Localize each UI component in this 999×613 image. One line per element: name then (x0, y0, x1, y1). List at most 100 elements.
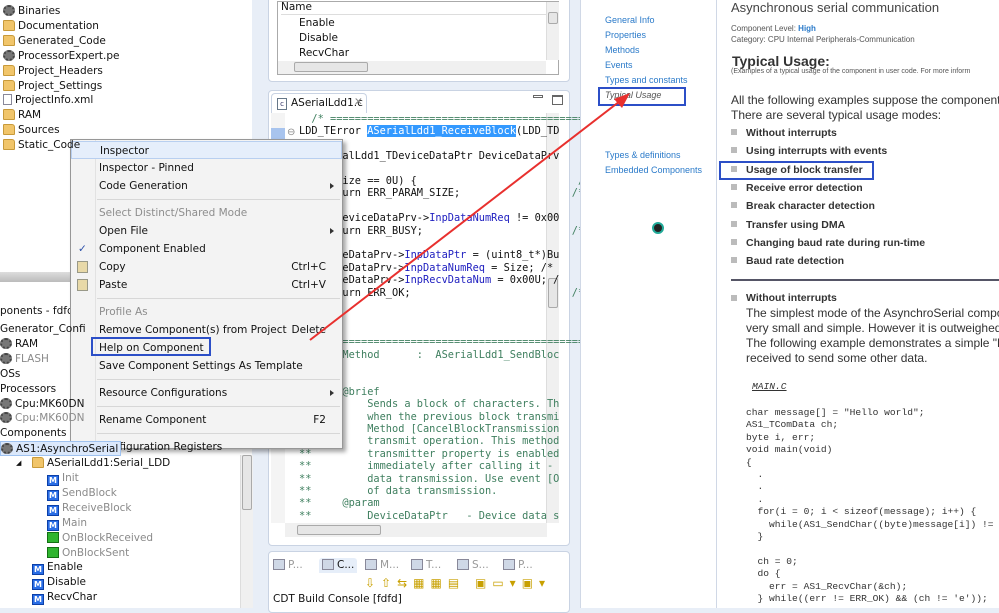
view-icon (273, 559, 285, 570)
console-tab-4[interactable]: S... (457, 558, 489, 573)
component-item[interactable]: RAM (0, 337, 38, 352)
components-scrollbar[interactable] (240, 455, 253, 608)
component-item[interactable]: M RecvChar (32, 590, 98, 606)
menu-item-resource-configurations[interactable]: Resource Configurations (71, 384, 342, 402)
component-item[interactable]: Cpu:MK60DN (0, 397, 84, 412)
usage-mode-link[interactable]: Using interrupts with events (746, 145, 887, 157)
console-tab-3[interactable]: T... (411, 558, 441, 573)
nav-link[interactable]: Methods (605, 45, 640, 55)
usage-mode-link[interactable]: Transfer using DMA (746, 219, 845, 231)
level-label: Component Level: (731, 24, 796, 33)
console-tab-5[interactable]: P... (503, 558, 533, 573)
fold-icon[interactable]: ⊖ (287, 127, 295, 138)
console-tab-0[interactable]: P... (273, 558, 303, 573)
editor-horizontal-scrollbar[interactable] (285, 523, 547, 537)
component-item[interactable]: OnBlockSent (47, 546, 129, 561)
menu-item-copy[interactable]: Copy Ctrl+C (71, 258, 342, 276)
column-header-name[interactable]: Name (281, 0, 547, 15)
component-item[interactable]: M Init (47, 471, 79, 486)
component-item[interactable]: M Main (47, 516, 87, 531)
component-item[interactable]: M Disable (32, 575, 86, 591)
component-item-label: OnBlockReceived (62, 531, 154, 544)
table-row[interactable]: Disable (299, 31, 338, 46)
tab-label: T... (426, 559, 442, 571)
method-icon: M (47, 519, 59, 531)
code-line: ** data transmission. Use event [O (299, 473, 559, 485)
tree-item[interactable]: Project_Headers (3, 64, 103, 79)
tree-item[interactable]: ProjectInfo.xml (3, 93, 93, 108)
component-item[interactable]: Generator_Confi (0, 322, 86, 337)
code-line: /* =====================================… (299, 113, 621, 125)
menu-item-code-generation[interactable]: Code Generation (71, 177, 342, 195)
method-icon: M (47, 475, 59, 486)
code-token: ** of data transmission. (299, 485, 498, 497)
component-item[interactable]: Components (0, 426, 66, 441)
menu-item-inspector[interactable]: Inspector (71, 141, 342, 159)
usage-mode-link[interactable]: Changing baud rate during run-time (746, 237, 925, 249)
horizontal-scrollbar[interactable] (278, 61, 546, 74)
component-item[interactable]: OSs (0, 367, 20, 382)
tree-item[interactable]: Generated_Code (3, 34, 106, 49)
component-item[interactable]: Processors (0, 382, 56, 397)
usage-mode-link[interactable]: Receive error detection (746, 182, 863, 194)
nav-link[interactable]: Types and constants (605, 75, 688, 85)
component-item[interactable]: M SendBlock (47, 486, 117, 501)
close-icon[interactable]: ✕ (354, 96, 363, 108)
maximize-icon[interactable] (552, 95, 563, 105)
tree-item[interactable]: Binaries (3, 4, 60, 19)
component-item-label: SendBlock (62, 486, 117, 499)
tree-item[interactable]: Static_Code (3, 138, 80, 153)
category-label: Category: (731, 35, 766, 44)
example-code-line: for(i = 0; i < sizeof(message); i++) { (746, 506, 977, 518)
console-toolbar[interactable]: ⇩⇧⇆▦▦▤ ▣▭▾▣▾ (365, 576, 551, 590)
component-item-label: RecvChar (47, 591, 98, 604)
nav-link[interactable]: General Info (605, 15, 655, 25)
minimize-icon[interactable] (533, 95, 543, 98)
usage-mode-link[interactable]: Break character detection (746, 200, 875, 212)
menu-item-inspector-pinned[interactable]: Inspector - Pinned (71, 159, 342, 177)
vertical-scrollbar[interactable] (546, 2, 559, 60)
menu-item-open-file[interactable]: Open File (71, 222, 342, 240)
menu-item-save-component-settings-as-template[interactable]: Save Component Settings As Template (71, 357, 342, 375)
menu-item-component-enabled[interactable]: Component Enabled ✓ (71, 240, 342, 258)
example-code-line: byte i, err; (746, 431, 816, 443)
category-value: CPU Internal Peripherals-Communication (767, 35, 915, 44)
menu-item-label: Inspector (100, 145, 149, 157)
menu-item-paste[interactable]: Paste Ctrl+V (71, 276, 342, 294)
menu-item-help-on-component[interactable]: Help on Component (71, 337, 342, 357)
console-tab-1[interactable]: C... (319, 558, 358, 573)
nav-link[interactable]: Embedded Components (605, 165, 702, 175)
nav-link[interactable]: Events (605, 60, 633, 70)
tree-item[interactable]: Documentation (3, 19, 99, 34)
menu-item-label: Save Component Settings As Template (99, 360, 303, 372)
component-item[interactable]: M ReceiveBlock (47, 501, 132, 516)
nav-link[interactable]: Types & definitions (605, 150, 681, 160)
menu-item-rename-component[interactable]: Rename Component F2 (71, 411, 342, 429)
component-item[interactable]: AS1:AsynchroSerial (0, 441, 122, 457)
code-line: ** DeviceDataPtr - Device data s (299, 510, 559, 522)
component-item[interactable]: FLASH (0, 352, 49, 367)
gear-icon (0, 337, 12, 349)
nav-link[interactable]: Properties (605, 30, 646, 40)
usage-mode-link[interactable]: Without interrupts (746, 127, 837, 139)
event-icon (47, 531, 59, 543)
submenu-arrow-icon (330, 183, 334, 189)
tree-item[interactable]: ProcessorExpert.pe (3, 49, 119, 64)
console-tab-2[interactable]: M... (365, 558, 399, 573)
tree-item[interactable]: RAM (3, 108, 41, 123)
component-item[interactable]: OnBlockReceived (47, 531, 153, 546)
expand-arrow-icon[interactable]: ◢ (16, 456, 21, 471)
table-row[interactable]: RecvChar (299, 46, 349, 61)
component-item[interactable]: Cpu:MK60DN (0, 411, 84, 426)
component-item[interactable]: M Enable (32, 560, 83, 576)
component-item[interactable]: ◢ ASerialLdd1:Serial_LDD (16, 456, 170, 471)
component-item-label: AS1:AsynchroSerial (16, 443, 119, 456)
menu-item-label: Resource Configurations (99, 387, 228, 399)
tab-aseriallddl-c[interactable]: c ASerialLdd1.c ✕ (271, 93, 367, 113)
tree-item[interactable]: Sources (3, 123, 60, 138)
usage-mode-link[interactable]: Baud rate detection (746, 255, 844, 267)
code-line: ** @param (299, 497, 380, 509)
tree-item[interactable]: Project_Settings (3, 79, 102, 94)
component-item-label: RAM (15, 337, 39, 350)
table-row[interactable]: Enable (299, 16, 335, 31)
